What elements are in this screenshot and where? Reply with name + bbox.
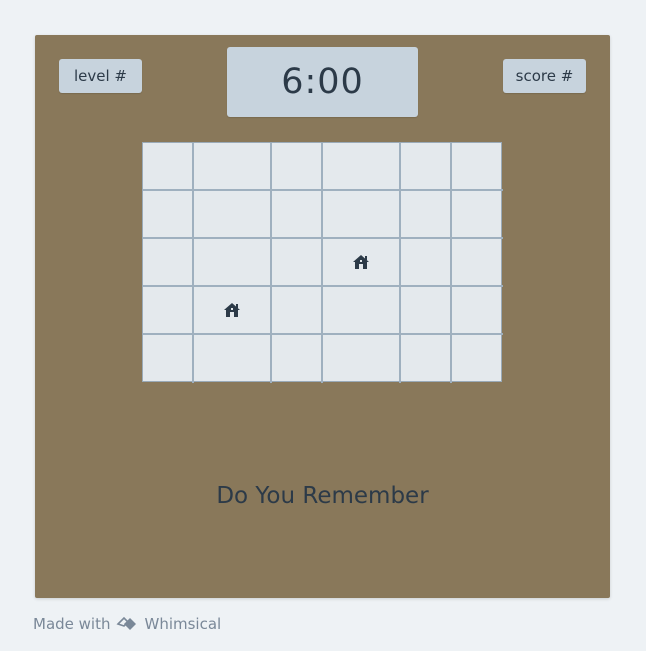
grid-cell-r0-c4[interactable]: [401, 143, 452, 191]
memory-grid: [142, 142, 503, 383]
made-with-label: Made with: [33, 615, 111, 633]
grid-cell-r0-c5[interactable]: [452, 143, 503, 191]
grid-cell-r4-c3[interactable]: [323, 335, 401, 383]
grid-cell-r3-c4[interactable]: [401, 287, 452, 335]
grid-cell-r1-c4[interactable]: [401, 191, 452, 239]
grid-cell-r0-c0[interactable]: [143, 143, 194, 191]
grid-cell-r4-c5[interactable]: [452, 335, 503, 383]
grid-cell-r0-c2[interactable]: [272, 143, 323, 191]
grid-cell-r2-c1[interactable]: [194, 239, 272, 287]
grid-cell-r3-c1[interactable]: [194, 287, 272, 335]
grid-cell-r2-c2[interactable]: [272, 239, 323, 287]
grid-cell-r2-c0[interactable]: [143, 239, 194, 287]
grid-cell-r4-c0[interactable]: [143, 335, 194, 383]
grid-cell-r1-c0[interactable]: [143, 191, 194, 239]
grid-cell-r3-c2[interactable]: [272, 287, 323, 335]
grid-cell-r1-c1[interactable]: [194, 191, 272, 239]
level-indicator: level #: [59, 59, 142, 93]
score-indicator: score #: [503, 59, 586, 93]
grid-cell-r3-c0[interactable]: [143, 287, 194, 335]
grid-cell-r3-c5[interactable]: [452, 287, 503, 335]
grid-cell-r0-c1[interactable]: [194, 143, 272, 191]
grid-cell-r4-c4[interactable]: [401, 335, 452, 383]
house-icon: [223, 301, 241, 319]
grid-cell-r4-c2[interactable]: [272, 335, 323, 383]
grid-cell-r2-c3[interactable]: [323, 239, 401, 287]
countdown-timer: 6:00: [227, 47, 418, 117]
grid-cell-r0-c3[interactable]: [323, 143, 401, 191]
house-icon: [352, 253, 370, 271]
prompt-message: Do You Remember: [216, 483, 429, 509]
whimsical-brand: Whimsical: [144, 615, 222, 633]
whimsical-logo-icon: [116, 616, 138, 632]
grid-cell-r2-c5[interactable]: [452, 239, 503, 287]
footer[interactable]: Made with Whimsical: [33, 615, 221, 633]
grid-cell-r1-c3[interactable]: [323, 191, 401, 239]
grid-cell-r3-c3[interactable]: [323, 287, 401, 335]
grid-cell-r1-c2[interactable]: [272, 191, 323, 239]
grid-cell-r2-c4[interactable]: [401, 239, 452, 287]
game-board: level # 6:00 score # Do You Remember: [35, 35, 610, 598]
grid-cell-r1-c5[interactable]: [452, 191, 503, 239]
grid-cell-r4-c1[interactable]: [194, 335, 272, 383]
